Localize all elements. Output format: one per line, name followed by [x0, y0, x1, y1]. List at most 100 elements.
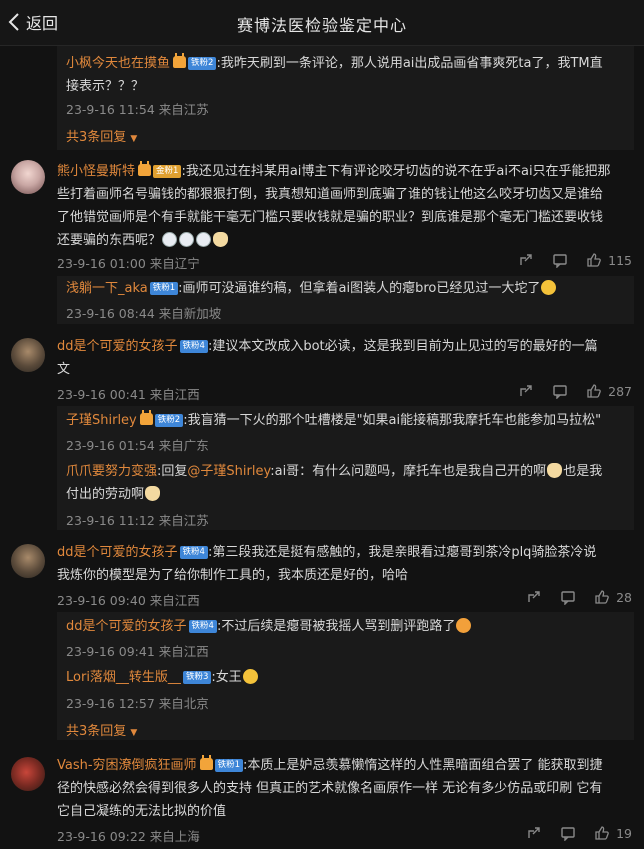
comment-icon[interactable] — [560, 589, 576, 605]
reply-item: 浅躺一下_aka 铁粉1:画师可没逼谁约稿，但拿着ai图装人的瘪bro已经见过一大… — [66, 277, 636, 300]
reply-text: 付出的劳动啊 — [66, 487, 145, 502]
thumbs-up-icon — [587, 384, 601, 398]
comment-actions: 28 — [526, 589, 632, 605]
fan-badge: 铁粉2 — [154, 414, 184, 427]
avatar[interactable] — [11, 757, 45, 791]
reply-group: 小枫今天也在摸鱼 铁粉2:我昨天刷到一条评论，那人说用ai出成品画省事爽死ta了，… — [57, 46, 634, 150]
reply-time: 23-9-16 11:54 来自江苏 — [66, 102, 209, 117]
comment-username[interactable]: 熊小怪曼斯特 — [57, 164, 135, 179]
thumbs-up-icon — [595, 590, 609, 604]
like-button[interactable]: 28 — [594, 589, 632, 605]
fan-badge: 铁粉1 — [149, 282, 179, 295]
comment-icon[interactable] — [552, 252, 568, 268]
comment-icon[interactable] — [552, 383, 568, 399]
comment-text: 径的快感必然会得到很多人的支持 但真正的艺术就像名画原作一样 无论有多少仿品或印… — [57, 781, 603, 796]
avatar[interactable] — [11, 160, 45, 194]
comment-text: :我还见过在抖某用ai博主下有评论咬牙切齿的说不在乎ai不ai只在乎能把那 — [181, 164, 611, 179]
reply-text-cont: 接表示？？？ — [66, 79, 145, 94]
comment-body: dd是个可爱的女孩子 铁粉4:建议本文改成入bot必读，这是我到目前为止见过的写的… — [57, 335, 637, 381]
like-count: 287 — [608, 383, 632, 399]
comment-time: 23-9-16 00:41 来自江西 — [57, 387, 200, 402]
comment-actions: 19 — [526, 825, 632, 841]
fan-badge: 铁粉4 — [179, 340, 208, 353]
comment-text: :本质上是妒忌羡慕懒惰这样的人性黑暗面组合罢了 能获取到捷 — [242, 758, 603, 773]
comment-body: dd是个可爱的女孩子 铁粉4:第三段我还是挺有感触的，我是亲眼看过瘪哥到茶冷plq… — [57, 541, 637, 587]
avatar[interactable] — [11, 338, 45, 372]
caret-down-icon: ▼ — [130, 134, 138, 144]
share-icon[interactable] — [518, 383, 534, 399]
fan-badge: 铁粉4 — [188, 620, 217, 633]
emoji-icon — [179, 232, 195, 247]
reply-item: Lori落烟__转生版__ 铁粉3:女王 — [66, 666, 636, 689]
top-bar: 返回 赛博法医检验鉴定中心 — [0, 0, 644, 46]
like-count: 28 — [616, 589, 632, 605]
reply-text: :我昨天刷到一条评论，那人说用ai出成品画省事爽死ta了，我TM直 — [216, 56, 603, 71]
share-icon[interactable] — [518, 252, 534, 268]
emoji-icon — [242, 669, 258, 684]
reply-time: 23-9-16 01:54 来自广东 — [66, 438, 209, 453]
mention-link[interactable]: @子瑾Shirley — [187, 464, 270, 479]
reply-text: :我盲猜一下火的那个吐槽楼是"如果ai能接稿那我摩托车也能参加马拉松" — [183, 413, 602, 428]
page-title: 赛博法医检验鉴定中心 — [236, 16, 407, 35]
reply-group: 子瑾Shirley 铁粉2:我盲猜一下火的那个吐槽楼是"如果ai能接稿那我摩托车也… — [57, 406, 634, 530]
comment-text: 它自己凝练的无法比拟的价值 — [57, 804, 227, 819]
reply-text: 也是我 — [563, 464, 603, 479]
comment-text: 文 — [57, 362, 71, 377]
reply-item: 爪爪要努力变强:回复@子瑾Shirley:ai哥：有什么问题吗，摩托车也是我自己… — [66, 460, 636, 506]
comment-username[interactable]: Vash-穷困潦倒疯狂画师 — [57, 758, 197, 773]
reply-time: 23-9-16 12:57 来自北京 — [66, 696, 209, 711]
comment-username[interactable]: dd是个可爱的女孩子 — [57, 339, 178, 354]
share-icon[interactable] — [526, 589, 542, 605]
more-replies-label: 共3条回复 — [66, 724, 127, 739]
laugh-emoji-icon — [541, 280, 557, 295]
like-button[interactable]: 115 — [586, 252, 632, 268]
reply-username[interactable]: 小枫今天也在摸鱼 — [66, 56, 170, 71]
comment-time: 23-9-16 09:22 来自上海 — [57, 829, 200, 844]
reply-item: 子瑾Shirley 铁粉2:我盲猜一下火的那个吐槽楼是"如果ai能接稿那我摩托车也… — [66, 409, 636, 432]
crown-icon — [138, 161, 152, 176]
more-replies-label: 共3条回复 — [66, 130, 127, 145]
avatar[interactable] — [11, 544, 45, 578]
reply-text: :女王 — [211, 670, 242, 685]
reply-prefix: :回复 — [157, 464, 188, 479]
comment-icon[interactable] — [560, 825, 576, 841]
reply-item: dd是个可爱的女孩子 铁粉4:不过后续是瘪哥被我摇人骂到删评跑路了 — [66, 615, 636, 638]
reply-username[interactable]: 爪爪要努力变强 — [66, 464, 157, 479]
comment-username[interactable]: dd是个可爱的女孩子 — [57, 545, 178, 560]
fan-badge: 铁粉1 — [214, 759, 243, 772]
comment-text: 些打着画师名号骗钱的都狠狠打倒，我真想知道画师到底骗了谁的钱让他这么咬牙切齿又是… — [57, 187, 604, 202]
fan-badge: 铁粉4 — [179, 546, 208, 559]
reply-time: 23-9-16 08:44 来自新加坡 — [66, 306, 222, 321]
comment-actions: 287 — [518, 383, 632, 399]
comment-text: 了他错觉画师是个有手就能干毫无门槛只要收钱就是骗的职业？到底谁是那个毫无门槛还要… — [57, 210, 604, 225]
reply-username[interactable]: 浅躺一下_aka — [66, 281, 148, 296]
reply-username[interactable]: Lori落烟__转生版__ — [66, 670, 181, 685]
reply-text: :不过后续是瘪哥被我摇人骂到删评跑路了 — [216, 619, 456, 634]
comment-actions: 115 — [518, 252, 632, 268]
cat-emoji-icon — [145, 486, 161, 501]
caret-down-icon: ▼ — [130, 728, 138, 738]
comment-body: Vash-穷困潦倒疯狂画师 铁粉1:本质上是妒忌羡慕懒惰这样的人性黑暗面组合罢了 … — [57, 754, 637, 823]
reply-username[interactable]: dd是个可爱的女孩子 — [66, 619, 187, 634]
more-replies-link[interactable]: 共3条回复 ▼ — [66, 126, 137, 145]
reply-item: 小枫今天也在摸鱼 铁粉2:我昨天刷到一条评论，那人说用ai出成品画省事爽死ta了，… — [66, 52, 626, 98]
comment-text: 还要骗的东西呢？ — [57, 233, 162, 248]
crown-icon — [139, 410, 153, 425]
crown-icon — [199, 755, 213, 770]
fan-badge: 铁粉2 — [188, 57, 217, 70]
like-button[interactable]: 19 — [594, 825, 632, 841]
reply-time: 23-9-16 11:12 来自江苏 — [66, 513, 209, 528]
cat-emoji-icon — [547, 463, 563, 478]
more-replies-link[interactable]: 共3条回复 ▼ — [66, 720, 137, 739]
reply-group: dd是个可爱的女孩子 铁粉4:不过后续是瘪哥被我摇人骂到删评跑路了 23-9-16… — [57, 612, 634, 740]
comment-text: :第三段我还是挺有感触的，我是亲眼看过瘪哥到茶冷plq骑脸茶冷说 — [207, 545, 597, 560]
comment-text: 我炼你的模型是为了给你制作工具的，我本质还是好的，哈哈 — [57, 568, 409, 583]
share-icon[interactable] — [526, 825, 542, 841]
reply-username[interactable]: 子瑾Shirley — [66, 413, 137, 428]
like-button[interactable]: 287 — [586, 383, 632, 399]
like-count: 115 — [608, 252, 632, 268]
comment-time: 23-9-16 09:40 来自江西 — [57, 593, 200, 608]
emoji-icon — [162, 232, 178, 247]
reply-text: :画师可没逼谁约稿，但拿着ai图装人的瘪bro已经见过一大坨了 — [178, 281, 541, 296]
comment-text: :建议本文改成入bot必读，这是我到目前为止见过的写的最好的一篇 — [207, 339, 598, 354]
